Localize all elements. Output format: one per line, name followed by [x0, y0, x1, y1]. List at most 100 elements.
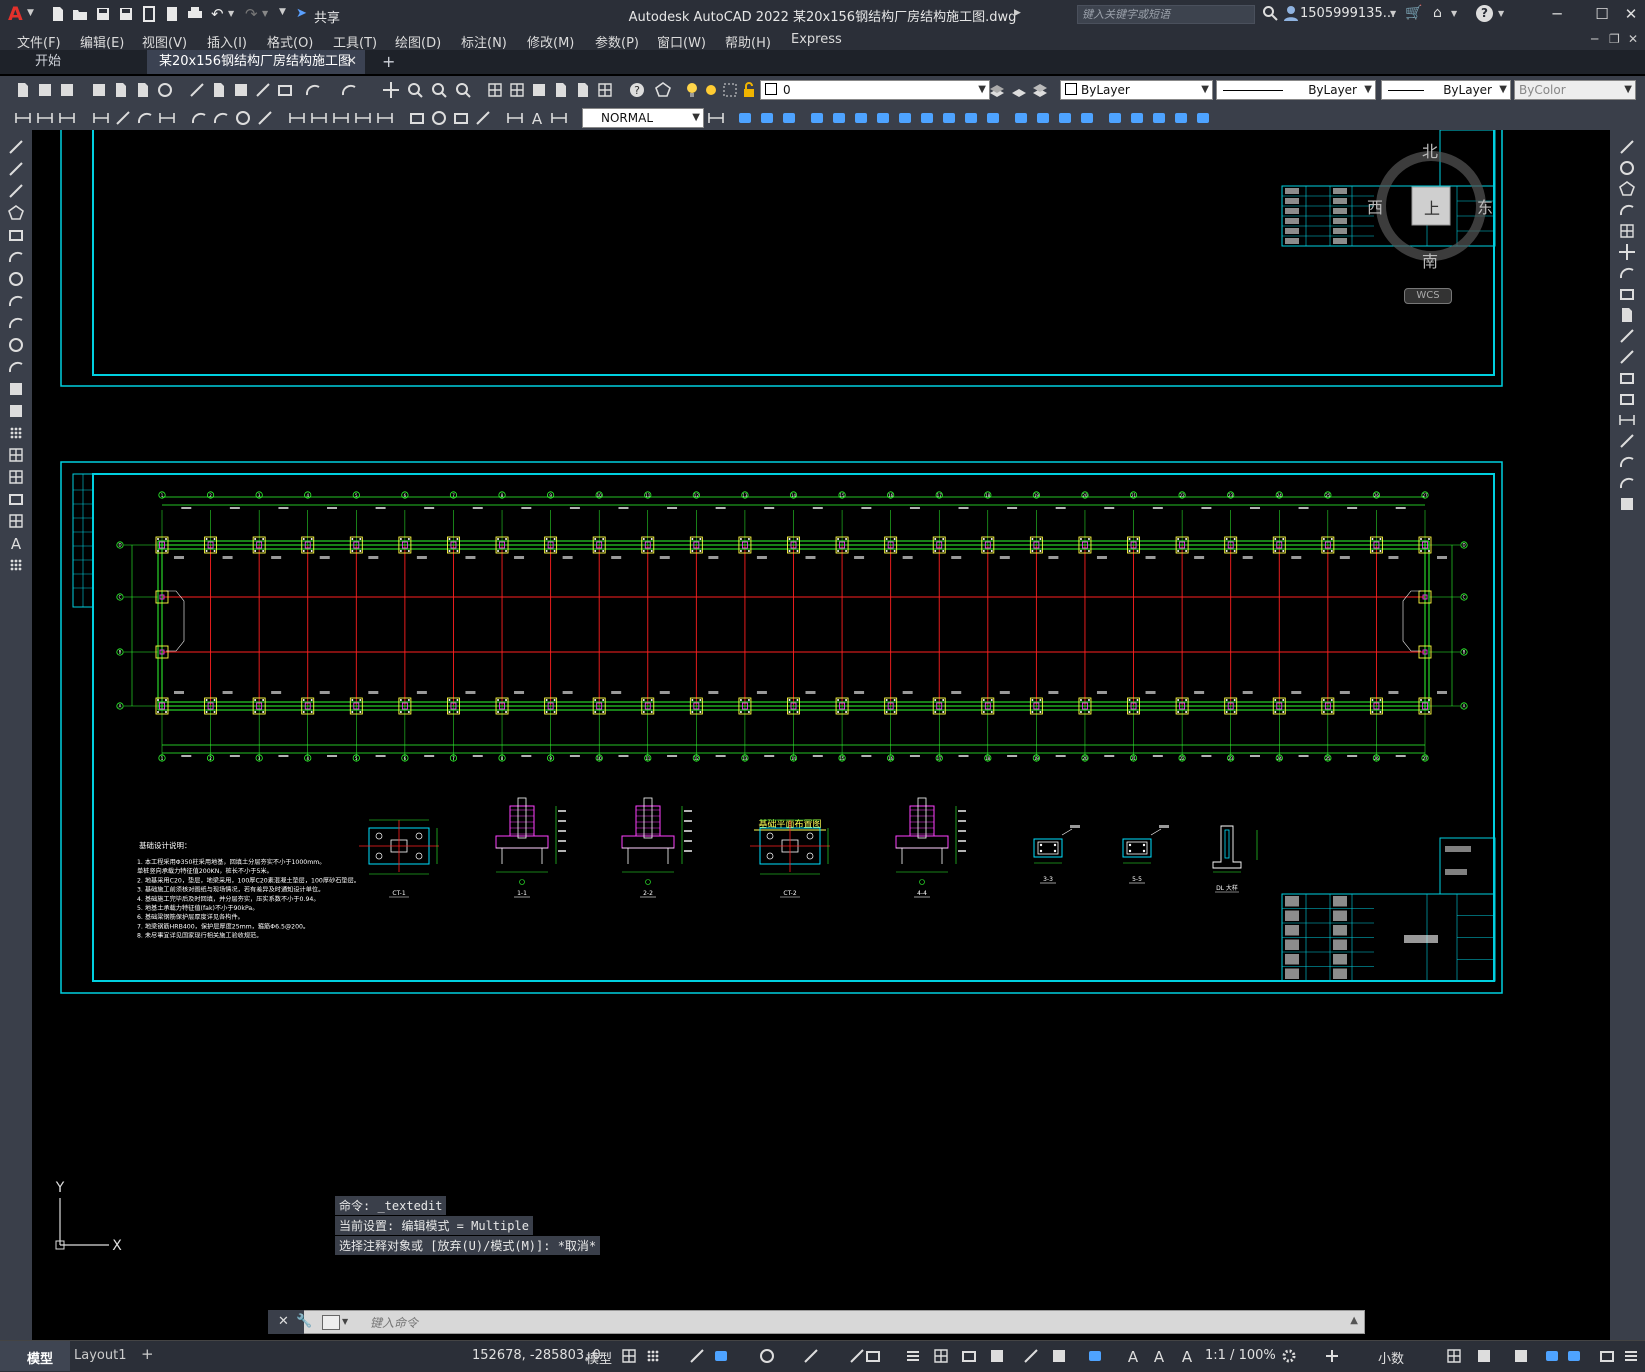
layer-properties-icon[interactable]: [654, 81, 672, 99]
layer-previous-icon[interactable]: [1010, 81, 1028, 99]
add-layout-button[interactable]: +: [141, 1345, 154, 1363]
trim-icon[interactable]: [1618, 327, 1636, 345]
inspection-icon[interactable]: [452, 109, 470, 127]
coordinates-readout[interactable]: 152678, -285803, 0: [472, 1348, 601, 1363]
menu-file[interactable]: 文件(F): [17, 32, 61, 51]
menu-insert[interactable]: 插入(I): [207, 32, 247, 51]
recent-commands-dropdown-icon[interactable]: ▼: [342, 1317, 348, 1326]
spline-icon[interactable]: [7, 314, 25, 332]
command-input[interactable]: 键入命令: [370, 1314, 418, 1331]
diameter-dim-icon[interactable]: [234, 109, 252, 127]
menu-express[interactable]: Express: [791, 32, 842, 47]
point-icon[interactable]: [7, 424, 25, 442]
new-tab-button[interactable]: +: [372, 50, 400, 74]
help-icon[interactable]: ?: [1476, 5, 1493, 22]
make-block-icon[interactable]: [7, 402, 25, 420]
menu-help[interactable]: 帮助(H): [725, 32, 771, 51]
plotstyle-dropdown[interactable]: ByColor ▼: [1514, 80, 1636, 100]
user-name[interactable]: 1505999135...: [1300, 6, 1395, 21]
user-icon[interactable]: [1283, 5, 1299, 21]
quick-dim-icon[interactable]: [288, 109, 306, 127]
snap-mode-icon[interactable]: [644, 1347, 662, 1365]
refedit-icon-a[interactable]: [1106, 109, 1124, 127]
layer-dropdown[interactable]: 0 ▼: [760, 80, 990, 100]
modify-array-3d-icon[interactable]: [896, 109, 914, 127]
undo-toolbar-icon[interactable]: [304, 81, 322, 99]
dim-update-icon[interactable]: [14, 109, 32, 127]
join-icon[interactable]: [1618, 411, 1636, 429]
search-expand-icon[interactable]: ▶: [1014, 8, 1021, 18]
copy-icon[interactable]: [210, 81, 228, 99]
zoom-window-icon[interactable]: [430, 81, 448, 99]
zoom-realtime-icon[interactable]: [406, 81, 424, 99]
dim-space-icon[interactable]: [354, 109, 372, 127]
3d-osnap-icon[interactable]: [988, 1347, 1006, 1365]
layout-tab-layout1[interactable]: Layout1: [74, 1348, 126, 1363]
tab-close-icon[interactable]: ✕: [346, 50, 357, 74]
add-selected-icon[interactable]: [7, 556, 25, 574]
dim-style-icon[interactable]: [36, 109, 54, 127]
angular-dim-icon[interactable]: [256, 109, 274, 127]
plot-preview-icon[interactable]: [112, 81, 130, 99]
clean-screen-icon[interactable]: [1598, 1347, 1616, 1365]
stretch-icon[interactable]: [1618, 306, 1636, 324]
lock-ui-icon[interactable]: [1475, 1347, 1493, 1365]
command-prompt-icon[interactable]: [322, 1315, 340, 1330]
selection-filter-icon[interactable]: [1050, 1347, 1068, 1365]
refedit-icon-d[interactable]: [1172, 109, 1190, 127]
mirror-icon[interactable]: [1618, 180, 1636, 198]
solid-editing-icon-d[interactable]: [1078, 109, 1096, 127]
menu-window[interactable]: 窗口(W): [657, 32, 706, 51]
minimize-icon[interactable]: ─: [1544, 3, 1570, 25]
dim-edit-icon[interactable]: [58, 109, 76, 127]
modify-icon-d[interactable]: [984, 109, 1002, 127]
solid-editing-icon-c[interactable]: [1056, 109, 1074, 127]
save-icon[interactable]: [58, 81, 76, 99]
plot-icon[interactable]: [90, 81, 108, 99]
wcs-menu[interactable]: WCS: [1404, 288, 1452, 304]
cut-icon[interactable]: [188, 81, 206, 99]
continue-dim-icon[interactable]: [332, 109, 350, 127]
move-icon[interactable]: [1618, 243, 1636, 261]
menu-draw[interactable]: 绘图(D): [395, 32, 441, 51]
viewcube-north[interactable]: 北: [1422, 138, 1438, 162]
annotation-visibility-icon[interactable]: A: [1124, 1347, 1142, 1366]
lineweight-icon[interactable]: [904, 1347, 922, 1365]
user-dropdown-icon[interactable]: ▼: [1390, 9, 1396, 18]
hatch-icon[interactable]: [7, 446, 25, 464]
block-editor-icon[interactable]: [276, 81, 294, 99]
baseline-dim-icon[interactable]: [310, 109, 328, 127]
pan-icon[interactable]: [382, 81, 400, 99]
autodesk-app-icon[interactable]: ⌂: [1433, 5, 1442, 21]
ellipse-icon[interactable]: [7, 336, 25, 354]
linear-dim-icon[interactable]: [92, 109, 110, 127]
units-selector[interactable]: 小数: [1378, 1348, 1404, 1367]
close-icon[interactable]: ✕: [1618, 3, 1644, 25]
layout-tab-model[interactable]: 模型: [27, 1348, 53, 1367]
refedit-icon-b[interactable]: [1128, 109, 1146, 127]
cart-icon[interactable]: 🛒: [1405, 5, 1422, 21]
viewcube-west[interactable]: 西: [1367, 194, 1383, 218]
doc-restore-icon[interactable]: ❐: [1609, 32, 1620, 46]
menu-tools[interactable]: 工具(T): [333, 32, 377, 51]
gradient-icon[interactable]: [7, 468, 25, 486]
center-mark-icon[interactable]: [430, 109, 448, 127]
search-input[interactable]: 键入关键字或短语: [1077, 5, 1255, 24]
jog-line-icon[interactable]: [474, 109, 492, 127]
osnap-icon[interactable]: [864, 1347, 882, 1365]
annotation-monitor-icon[interactable]: A: [1178, 1347, 1196, 1366]
viewcube-south[interactable]: 南: [1422, 248, 1438, 272]
mtext-icon[interactable]: A: [7, 534, 25, 553]
array-icon[interactable]: [1618, 222, 1636, 240]
viewcube-east[interactable]: 东: [1477, 194, 1493, 218]
insert-block-icon[interactable]: [7, 380, 25, 398]
menu-edit[interactable]: 编辑(E): [80, 32, 124, 51]
grid-display-icon[interactable]: [620, 1347, 638, 1365]
menu-dimension[interactable]: 标注(N): [461, 32, 507, 51]
dimtedit-icon[interactable]: A: [528, 109, 546, 128]
modify-icon-b[interactable]: [940, 109, 958, 127]
solid-editing-icon-b[interactable]: [1034, 109, 1052, 127]
layer-freeze-icon[interactable]: [702, 81, 720, 99]
extend-icon[interactable]: [1618, 348, 1636, 366]
layer-on-icon[interactable]: [683, 81, 701, 99]
